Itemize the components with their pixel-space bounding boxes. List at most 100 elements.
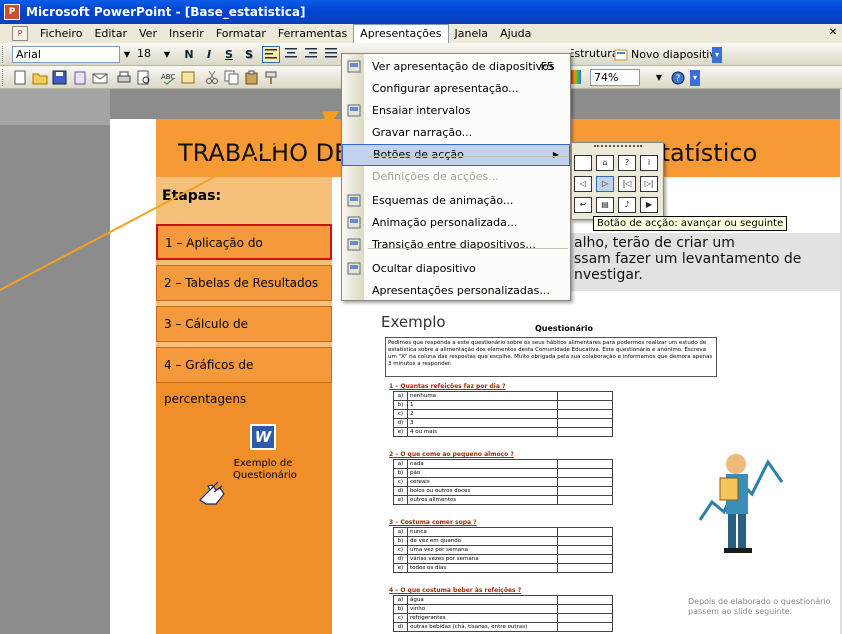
powerpoint-app-icon[interactable]: P — [4, 4, 20, 20]
word-document-icon[interactable]: W — [250, 424, 276, 450]
menu-ajuda[interactable]: Ajuda — [494, 26, 537, 41]
font-size-select[interactable]: 18 — [134, 46, 164, 63]
step-1-button[interactable]: 1 – Aplicação do questionário — [156, 224, 332, 284]
step-2-button[interactable]: 2 – Tabelas de Resultados — [156, 265, 332, 301]
menu-item-2[interactable]: Configurar apresentação... — [342, 78, 570, 100]
home-button[interactable]: ⌂ — [596, 155, 614, 171]
menu-item-1[interactable]: Ver apresentação de diapositivos F5 — [342, 56, 570, 78]
close-document-icon[interactable]: ✕ — [826, 26, 840, 40]
menu-item-5[interactable]: Botões de acção ▶ — [342, 144, 570, 166]
menu-item-label: Gravar narração... — [372, 126, 473, 139]
justify-button[interactable] — [322, 46, 340, 63]
menu-ver[interactable]: Ver — [133, 26, 163, 41]
slideshow-icon — [346, 59, 362, 75]
menu-inserir[interactable]: Inserir — [163, 26, 210, 41]
menu-item-11[interactable]: Apresentações personalizadas... — [342, 280, 570, 302]
research-icon[interactable] — [180, 70, 196, 85]
question-option-row: e) 4 ou mais — [393, 427, 613, 437]
step-4-button[interactable]: 4 – Gráficos de percentagens — [156, 347, 332, 406]
bottom-note: Depois de elaborado o questionário passe… — [688, 597, 831, 616]
question-option-row: a) nenhuma — [393, 391, 613, 401]
cut-icon[interactable] — [204, 70, 220, 85]
step-3-button[interactable]: 3 – Cálculo de percentagens — [156, 306, 332, 365]
italic-button[interactable]: I — [200, 46, 218, 63]
blank-button[interactable] — [574, 155, 592, 171]
outline-pane[interactable] — [0, 89, 110, 634]
new-slide-button[interactable]: Novo diapositivo — [614, 46, 723, 63]
new-document-icon[interactable] — [12, 70, 28, 85]
email-icon[interactable] — [92, 70, 108, 85]
menu-item-7[interactable]: Esquemas de animação... — [342, 190, 570, 212]
etapas-heading: Etapas: — [162, 188, 222, 204]
tooltip: Botão de acção: avançar ou seguinte — [593, 216, 788, 231]
beginning-button[interactable]: |◁ — [618, 176, 636, 192]
question-table: a) água b) vinho c) refrigerantes d) outras beb… — [393, 595, 613, 632]
menu-item-label: Botões de acção — [373, 148, 464, 161]
new-slide-icon — [614, 49, 628, 60]
question-option-row: c) refrigerantes — [393, 613, 613, 623]
question-option-row: a) nada — [393, 459, 613, 469]
help-button[interactable]: ? — [618, 155, 636, 171]
help-icon[interactable]: ? — [670, 70, 686, 85]
open-folder-icon[interactable] — [32, 70, 48, 85]
movie-button[interactable]: ▶ — [640, 197, 658, 213]
window-title: Microsoft PowerPoint - [Base_estatistica… — [26, 5, 306, 19]
menu-apresentacoes[interactable]: Apresentações — [353, 24, 449, 43]
menu-item-label: Esquemas de animação... — [372, 194, 514, 207]
menu-item-label: Transição entre diapositivos... — [372, 238, 536, 251]
bold-button[interactable]: N — [180, 46, 198, 63]
print-preview-icon[interactable] — [136, 70, 152, 85]
person-chart-clipart — [698, 454, 784, 553]
toolbar-grip[interactable] — [2, 46, 5, 63]
document-icon[interactable]: P — [12, 26, 28, 41]
toolbar-options-icon[interactable]: ▾ — [712, 47, 722, 63]
menu-item-4[interactable]: Gravar narração... — [342, 122, 570, 144]
color-scheme-icon[interactable] — [571, 70, 581, 84]
align-left-button[interactable] — [262, 46, 280, 63]
action-buttons-submenu: ⌂? i ◁ ▷ |◁ ▷| ↩ ▤ ♪ ▶ — [571, 142, 664, 220]
align-right-button[interactable] — [302, 46, 320, 63]
print-icon[interactable] — [116, 70, 132, 85]
questionnaire-document[interactable]: Questionário Pedimos que responda a este… — [381, 319, 721, 634]
font-name-select[interactable]: Arial — [12, 46, 120, 63]
zoom-dropdown-icon[interactable]: ▼ — [654, 70, 664, 85]
justify-icon — [325, 48, 337, 58]
question-option-row: d) 3 — [393, 418, 613, 428]
return-button[interactable]: ↩ — [574, 197, 592, 213]
menu-item-9[interactable]: Transição entre diapositivos... — [342, 234, 570, 256]
zoom-select[interactable]: 74% — [590, 69, 640, 86]
menu-ficheiro[interactable]: Ficheiro — [34, 26, 88, 41]
menu-ferramentas[interactable]: Ferramentas — [272, 26, 353, 41]
copy-icon[interactable] — [224, 70, 240, 85]
toolbar-grip[interactable] — [2, 69, 5, 86]
document-button[interactable]: ▤ — [596, 197, 614, 213]
question-heading: 3 – Costuma comer sopa ? — [389, 519, 477, 526]
info-button[interactable]: i — [640, 155, 658, 171]
end-button[interactable]: ▷| — [640, 176, 658, 192]
menu-editar[interactable]: Editar — [88, 26, 133, 41]
menu-item-label: Ocultar diapositivo — [372, 262, 476, 275]
align-center-button[interactable] — [282, 46, 300, 63]
font-size-dropdown-icon[interactable]: ▼ — [162, 47, 172, 62]
menu-janela[interactable]: Janela — [449, 26, 495, 41]
format-painter-icon[interactable] — [264, 70, 280, 85]
underline-button[interactable]: S — [220, 46, 238, 63]
tear-off-handle[interactable] — [594, 145, 642, 149]
next-button[interactable]: ▷ — [596, 176, 614, 192]
sound-button[interactable]: ♪ — [618, 197, 636, 213]
shadow-button[interactable]: S — [240, 46, 258, 63]
slide-title-left[interactable]: TRABALHO DE — [178, 139, 349, 167]
paste-icon[interactable] — [244, 70, 260, 85]
spelling-icon[interactable]: ABC — [160, 70, 176, 85]
save-icon[interactable] — [52, 70, 68, 85]
back-button[interactable]: ◁ — [574, 176, 592, 192]
question-option-row: c) 2 — [393, 409, 613, 419]
menu-formatar[interactable]: Formatar — [210, 26, 272, 41]
menu-item-8[interactable]: Animação personalizada... — [342, 212, 570, 234]
word-link-label[interactable]: Exemplo de Questionário — [233, 458, 297, 482]
toolbar-options-icon[interactable]: ▾ — [690, 70, 700, 86]
font-name-dropdown-icon[interactable]: ▼ — [122, 47, 132, 62]
menu-item-10[interactable]: Ocultar diapositivo — [342, 258, 570, 280]
menu-item-3[interactable]: Ensaiar intervalos — [342, 100, 570, 122]
permission-icon[interactable] — [72, 70, 88, 85]
